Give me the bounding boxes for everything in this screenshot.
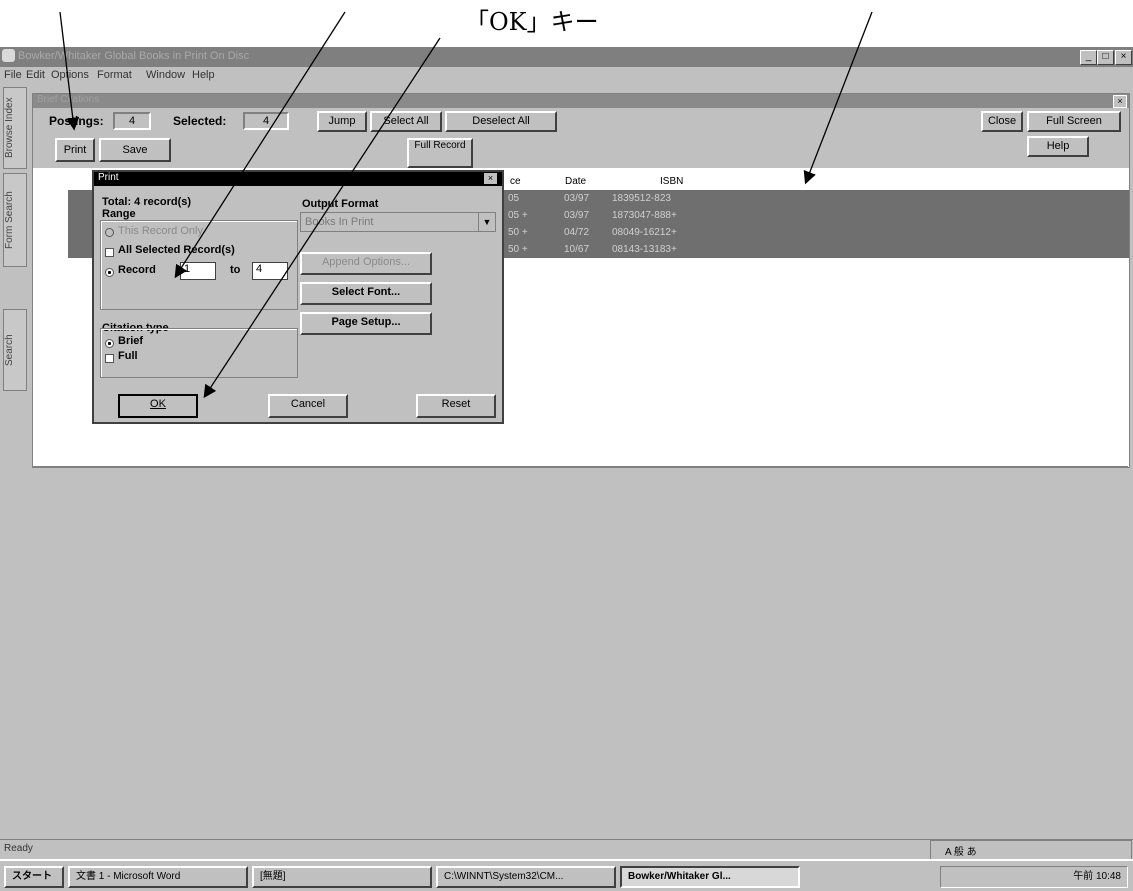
row-price: 05 + <box>508 210 528 221</box>
child-toolbar: Postings: 4 Selected: 4 Jump Select All … <box>33 108 1129 168</box>
ok-button[interactable]: OK <box>118 394 198 418</box>
option-brief: Brief <box>118 335 144 347</box>
page-setup-button[interactable]: Page Setup... <box>300 312 432 335</box>
postings-value: 4 <box>113 112 151 130</box>
menu-help[interactable]: Help <box>192 69 215 81</box>
postings-label: Postings: <box>49 114 104 128</box>
col-isbn[interactable]: ISBN <box>660 176 683 187</box>
row-date: 04/72 <box>564 227 590 238</box>
append-options-button[interactable]: Append Options... <box>300 252 432 275</box>
row-isbn: 08143-13183+ <box>612 244 677 255</box>
menu-bar: File Edit Options Format Window Help <box>0 67 1133 85</box>
task-word[interactable]: 文書 1 - Microsoft Word <box>68 866 248 888</box>
status-text: Ready <box>4 843 33 854</box>
child-close-button[interactable]: × <box>1113 95 1127 108</box>
workspace-background <box>32 466 1128 838</box>
radio-this-record[interactable] <box>105 228 114 237</box>
system-tray: 午前 10:48 <box>940 866 1128 888</box>
child-title-bar: Brief Citations × <box>33 94 1129 108</box>
menu-format[interactable]: Format <box>97 69 132 81</box>
tab-form-search[interactable]: Form Search <box>3 173 27 267</box>
row-date: 03/97 <box>564 210 590 221</box>
close-button[interactable]: × <box>1115 50 1132 65</box>
col-price[interactable]: ce <box>510 176 521 187</box>
option-full: Full <box>118 350 138 362</box>
radio-brief[interactable] <box>105 339 114 348</box>
check-all-selected[interactable] <box>105 248 114 257</box>
radio-full[interactable] <box>105 354 114 363</box>
radio-record[interactable] <box>105 268 114 277</box>
to-label: to <box>230 264 241 276</box>
option-this-record: This Record Only <box>118 225 203 237</box>
ime-toolbar[interactable]: A 般 あ <box>930 840 1132 860</box>
selected-label: Selected: <box>173 114 227 128</box>
row-date: 03/97 <box>564 193 590 204</box>
select-font-button[interactable]: Select Font... <box>300 282 432 305</box>
taskbar: スタート 文書 1 - Microsoft Word [無題] C:\WINNT… <box>0 859 1133 891</box>
option-all-selected: All Selected Record(s) <box>118 244 235 256</box>
col-date[interactable]: Date <box>565 176 586 187</box>
total-records: Total: 4 record(s) <box>102 196 192 208</box>
menu-options[interactable]: Options <box>51 69 89 81</box>
minimize-button[interactable]: _ <box>1080 50 1097 65</box>
output-format-value: Books In Print <box>305 216 374 228</box>
task-bowker[interactable]: Bowker/Whitaker Gl... <box>620 866 800 888</box>
menu-edit[interactable]: Edit <box>26 69 45 81</box>
app-icon[interactable] <box>2 49 15 62</box>
dialog-title: Print <box>98 172 119 183</box>
jump-button[interactable]: Jump <box>317 111 367 132</box>
row-isbn: 1839512-823 <box>612 193 671 204</box>
help-button[interactable]: Help <box>1027 136 1089 157</box>
clock: 午前 10:48 <box>1073 871 1121 882</box>
row-date: 10/67 <box>564 244 590 255</box>
save-button[interactable]: Save <box>99 138 171 162</box>
dialog-title-bar: Print × <box>94 172 502 186</box>
tab-browse-index[interactable]: Browse Index <box>3 87 27 169</box>
record-from-input[interactable]: 1 <box>180 262 216 280</box>
select-all-button[interactable]: Select All <box>370 111 442 132</box>
option-record: Record <box>118 264 156 276</box>
annotation-label: 「OK」キー <box>465 8 599 36</box>
full-screen-button[interactable]: Full Screen <box>1027 111 1121 132</box>
menu-window[interactable]: Window <box>146 69 185 81</box>
ime-text: A 般 あ <box>945 847 977 858</box>
row-isbn: 08049-16212+ <box>612 227 677 238</box>
row-price: 05 <box>508 193 520 204</box>
cancel-button[interactable]: Cancel <box>268 394 348 418</box>
dialog-close-button[interactable]: × <box>484 173 497 184</box>
range-label: Range <box>102 208 136 220</box>
output-format-select[interactable]: Books In Print ▼ <box>300 212 496 232</box>
start-button[interactable]: スタート <box>4 866 64 888</box>
tab-search[interactable]: Search <box>3 309 27 391</box>
row-price: 50 + <box>508 244 528 255</box>
full-record-button[interactable]: Full Record <box>407 138 473 168</box>
maximize-button[interactable]: □ <box>1097 50 1114 65</box>
task-untitled[interactable]: [無題] <box>252 866 432 888</box>
chevron-down-icon[interactable]: ▼ <box>478 213 495 231</box>
child-title: Brief Citations <box>37 94 100 105</box>
selected-value: 4 <box>243 112 289 130</box>
task-cmd[interactable]: C:\WINNT\System32\CM... <box>436 866 616 888</box>
window-title: Bowker/Whitaker Global Books in Print On… <box>18 50 250 62</box>
title-bar: Bowker/Whitaker Global Books in Print On… <box>0 47 1133 67</box>
row-price: 50 + <box>508 227 528 238</box>
record-to-input[interactable]: 4 <box>252 262 288 280</box>
print-button[interactable]: Print <box>55 138 95 162</box>
menu-file[interactable]: File <box>4 69 22 81</box>
reset-button[interactable]: Reset <box>416 394 496 418</box>
deselect-all-button[interactable]: Deselect All <box>445 111 557 132</box>
row-isbn: 1873047-888+ <box>612 210 677 221</box>
close-results-button[interactable]: Close <box>981 111 1023 132</box>
print-dialog: Print × Total: 4 record(s) Range This Re… <box>92 170 504 424</box>
output-format-label: Output Format <box>302 198 379 210</box>
